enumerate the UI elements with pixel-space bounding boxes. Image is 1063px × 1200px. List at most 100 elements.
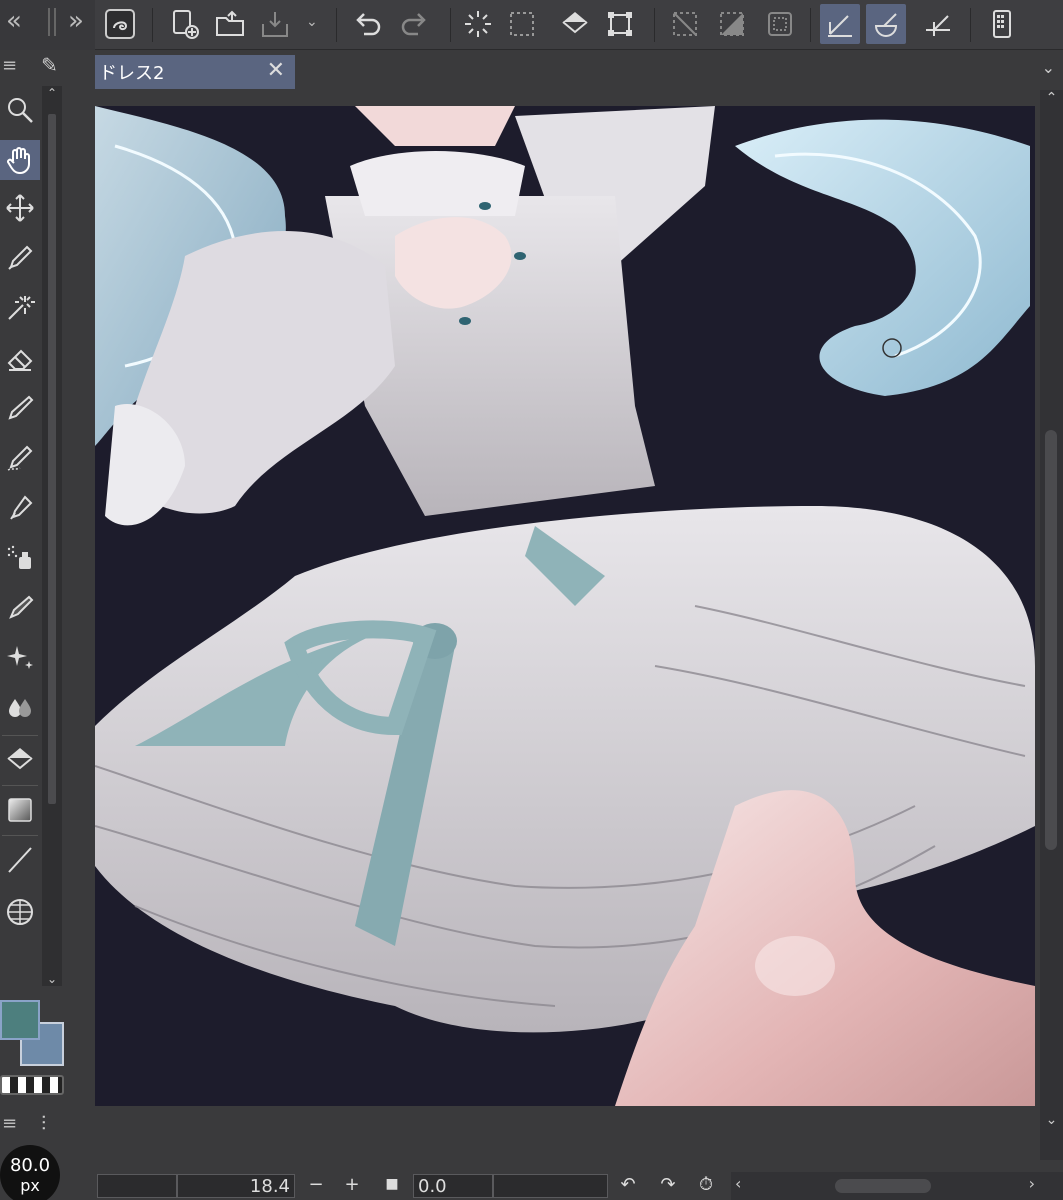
tool-palette-scroll-thumb[interactable] bbox=[48, 114, 56, 804]
property-sliders-icon[interactable]: ⫶ bbox=[41, 1111, 46, 1135]
figure-tool[interactable] bbox=[0, 840, 40, 880]
canvas-scroll-thumb[interactable] bbox=[1045, 430, 1057, 850]
new-file-button[interactable] bbox=[165, 4, 205, 44]
scroll-up-arrow-icon[interactable]: ⌃ bbox=[42, 86, 62, 100]
clear-outside-selection-button[interactable] bbox=[502, 4, 542, 44]
save-dropdown-chevron-icon[interactable]: ⌄ bbox=[306, 14, 318, 30]
command-bar-left: « » bbox=[0, 0, 95, 50]
decoration-tool[interactable] bbox=[0, 588, 40, 628]
horizontal-scroll-thumb[interactable] bbox=[835, 1179, 931, 1193]
transparent-color-swatch[interactable] bbox=[0, 1075, 64, 1095]
snap-to-ruler-button[interactable] bbox=[820, 4, 860, 44]
fill-button[interactable] bbox=[555, 4, 595, 44]
fit-screen-button[interactable]: ■ bbox=[379, 1176, 405, 1192]
selection-dashed-icon bbox=[510, 12, 534, 36]
gradient-tool[interactable] bbox=[0, 790, 40, 830]
pen-nib-icon bbox=[8, 395, 34, 420]
clear-spark-icon bbox=[465, 11, 491, 37]
pencil-icon bbox=[7, 445, 33, 471]
document-tab-label: ドレス2 bbox=[99, 63, 165, 84]
undo-button[interactable] bbox=[348, 4, 388, 44]
tab-list-chevron-icon[interactable]: ⌄ bbox=[1042, 58, 1055, 77]
deselect-button[interactable] bbox=[665, 4, 705, 44]
snap-to-grid-button[interactable] bbox=[918, 4, 958, 44]
tool-palette-header: ≡ ✎ bbox=[0, 50, 70, 80]
redo-button[interactable] bbox=[394, 4, 434, 44]
brush-size-unit: px bbox=[20, 1176, 40, 1195]
scroll-down-arrow-icon[interactable]: ⌄ bbox=[1040, 1112, 1063, 1132]
snap-to-special-ruler-button[interactable] bbox=[866, 4, 906, 44]
app-window: « » ⌄ ≡ ✎ ⌃ ⌄ ≡ ⫶ 80.0 px ドレス2 ✕ ⌄ ⌃ ⌄ 1… bbox=[0, 0, 1063, 1200]
sparkle-icon bbox=[7, 646, 33, 669]
close-tab-icon[interactable]: ✕ bbox=[267, 58, 285, 83]
brush-size-indicator[interactable]: 80.0 px bbox=[0, 1145, 60, 1200]
command-bar: « » ⌄ bbox=[0, 0, 1063, 50]
perspective-ruler-icon bbox=[7, 899, 33, 925]
transform-icon bbox=[608, 12, 632, 36]
tool-property-menu-icon[interactable]: ≡ bbox=[2, 1113, 17, 1134]
canvas[interactable] bbox=[95, 106, 1035, 1106]
zoom-value: 18.4 bbox=[249, 1175, 290, 1197]
scroll-right-arrow-icon[interactable]: › bbox=[1029, 1174, 1035, 1193]
expand-selection-button[interactable] bbox=[760, 4, 800, 44]
save-button[interactable] bbox=[255, 4, 295, 44]
tool-palette-scrollbar[interactable]: ⌃ ⌄ bbox=[42, 86, 62, 986]
open-folder-icon bbox=[216, 10, 244, 36]
eraser-tool[interactable] bbox=[0, 338, 40, 378]
rotate-value-field[interactable]: 0.0 bbox=[413, 1174, 493, 1198]
transform-button[interactable] bbox=[600, 4, 640, 44]
tool-property-header: ≡ ⫶ bbox=[0, 1108, 70, 1138]
magic-wand-icon bbox=[8, 296, 35, 320]
snap-ruler-icon bbox=[828, 15, 852, 37]
document-tab[interactable]: ドレス2 ✕ bbox=[95, 55, 295, 89]
zoom-in-button[interactable]: + bbox=[339, 1174, 365, 1195]
open-file-button[interactable] bbox=[210, 4, 250, 44]
ruler-tool[interactable] bbox=[0, 892, 40, 932]
scroll-up-arrow-icon[interactable]: ⌃ bbox=[1040, 90, 1063, 110]
rotate-slider[interactable] bbox=[493, 1174, 608, 1198]
toolbar-divider bbox=[970, 8, 971, 42]
eyedropper-tool[interactable] bbox=[0, 238, 40, 278]
rotate-left-button[interactable]: ↶ bbox=[615, 1174, 641, 1195]
blend-tool[interactable] bbox=[0, 688, 40, 728]
expand-selection-icon bbox=[768, 12, 792, 36]
zoom-tool[interactable] bbox=[0, 90, 40, 130]
tool-divider bbox=[2, 835, 38, 836]
airbrush-tool[interactable] bbox=[0, 538, 40, 578]
rotate-right-button[interactable]: ↷ bbox=[655, 1174, 681, 1195]
device-button[interactable] bbox=[982, 4, 1022, 44]
scroll-down-arrow-icon[interactable]: ⌄ bbox=[42, 972, 62, 986]
rotate-value: 0.0 bbox=[418, 1175, 447, 1197]
collapse-left-button[interactable]: « bbox=[6, 6, 22, 36]
eyedropper-icon bbox=[8, 245, 33, 270]
panel-grip-icon bbox=[48, 8, 56, 36]
move-layer-tool[interactable] bbox=[0, 188, 40, 228]
clear-button[interactable] bbox=[458, 4, 498, 44]
sparkle-tool[interactable] bbox=[0, 638, 40, 678]
horizontal-scrollbar[interactable]: ‹ › bbox=[731, 1172, 1063, 1200]
gradient-icon bbox=[8, 798, 32, 822]
fill-tool[interactable] bbox=[0, 740, 40, 780]
pen-subtool-icon[interactable]: ✎ bbox=[41, 53, 58, 77]
invert-selection-button[interactable] bbox=[712, 4, 752, 44]
scroll-left-arrow-icon[interactable]: ‹ bbox=[735, 1174, 741, 1193]
tool-palette-menu-icon[interactable]: ≡ bbox=[2, 55, 17, 76]
pen-tool[interactable] bbox=[0, 388, 40, 428]
reset-rotation-button[interactable]: ⏱ bbox=[693, 1174, 719, 1195]
tablet-device-icon bbox=[993, 10, 1011, 38]
hand-tool[interactable] bbox=[0, 140, 40, 180]
zoom-slider[interactable] bbox=[97, 1174, 177, 1198]
pencil-tool[interactable] bbox=[0, 438, 40, 478]
zoom-out-button[interactable]: − bbox=[303, 1174, 329, 1195]
undo-icon bbox=[356, 13, 381, 36]
canvas-vertical-scrollbar[interactable]: ⌃ ⌄ bbox=[1040, 90, 1063, 1160]
navigator-bar: 18.4 − + ■ 0.0 ↶ ↷ ⏱ ‹ › bbox=[95, 1172, 1063, 1200]
panel-toggle-button[interactable]: » bbox=[68, 6, 84, 36]
brush-tool[interactable] bbox=[0, 488, 40, 528]
app-logo-button[interactable] bbox=[100, 4, 140, 44]
snap-grid-icon bbox=[926, 15, 950, 36]
auto-select-tool[interactable] bbox=[0, 288, 40, 328]
toolbar-divider bbox=[810, 8, 811, 42]
main-color-swatch[interactable] bbox=[0, 1000, 40, 1040]
zoom-value-field[interactable]: 18.4 bbox=[177, 1174, 295, 1198]
